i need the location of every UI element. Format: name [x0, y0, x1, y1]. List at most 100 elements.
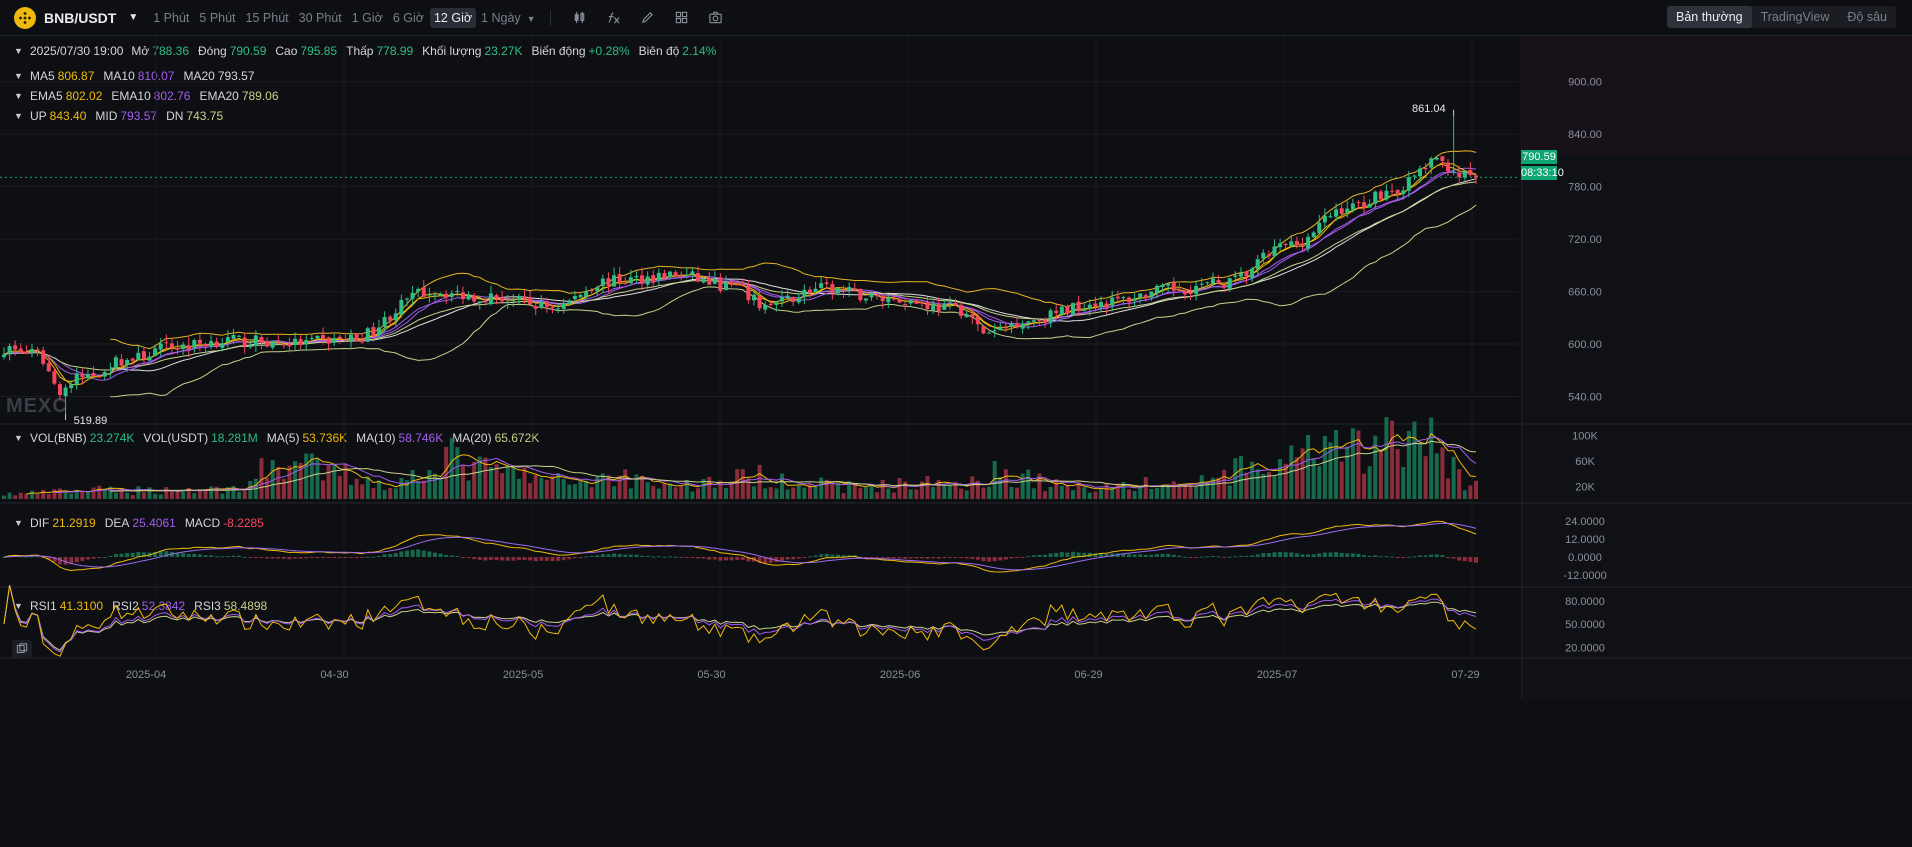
candle-body [354, 333, 359, 341]
chart-view-switch: Bản thường TradingView Độ sâu [1666, 6, 1896, 28]
volume-bar [388, 487, 393, 499]
macd-bar [1065, 552, 1070, 557]
candle-body [813, 288, 818, 292]
low-annotation: 519.89 [74, 415, 108, 427]
macd-bar [1244, 556, 1249, 558]
candle-body [214, 341, 219, 347]
candle-body [1065, 306, 1070, 314]
layout-icon[interactable] [665, 6, 699, 30]
macd-bar [1216, 556, 1221, 558]
view-tab-0[interactable]: Bản thường [1666, 6, 1752, 28]
candle-body [1255, 259, 1260, 270]
volume-bar [1154, 487, 1159, 499]
camera-icon[interactable] [699, 6, 733, 30]
candle-body [449, 293, 454, 297]
macd-bar [1255, 554, 1260, 557]
candle-body [1356, 202, 1361, 204]
timeframe-tab-4[interactable]: 1 Giờ [348, 8, 387, 28]
candle-body [751, 294, 757, 301]
macd-bar [74, 557, 79, 563]
candle-body [108, 369, 113, 371]
candle-style-icon[interactable] [563, 6, 597, 30]
volume-bar [1412, 421, 1417, 499]
volume-bar [1087, 492, 1092, 499]
volume-bar [1468, 485, 1473, 499]
pair-dropdown-icon[interactable]: ▼ [128, 12, 138, 23]
view-tab-1[interactable]: TradingView [1752, 6, 1839, 28]
candle-body [399, 299, 404, 315]
macd-bar [819, 554, 824, 557]
macd-bar [1015, 557, 1020, 558]
macd-bar [1362, 555, 1367, 557]
macd-bar [500, 557, 505, 561]
macd-bar [712, 557, 717, 560]
candle-body [1395, 189, 1400, 195]
volume-bar [1199, 475, 1204, 499]
candle-body [102, 371, 107, 377]
candle-body [18, 348, 23, 354]
candle-body [192, 340, 197, 348]
timeframe-tab-3[interactable]: 30 Phút [295, 8, 346, 28]
macd-bar [281, 557, 286, 559]
candle-body [662, 273, 667, 279]
candle-body [164, 342, 169, 344]
macd-bar [1071, 551, 1076, 557]
pair-name[interactable]: BNB/USDT [44, 10, 116, 26]
macd-bar [1272, 552, 1277, 557]
indicator-icon[interactable] [597, 6, 631, 30]
draw-icon[interactable] [631, 6, 665, 30]
volume-bar [1188, 483, 1193, 499]
timeframe-tab-0[interactable]: 1 Phút [149, 8, 193, 28]
volume-bar [578, 481, 583, 499]
candle-body [1160, 284, 1165, 288]
macd-bar [102, 556, 107, 558]
volume-bar [1093, 491, 1098, 499]
macd-bar [337, 557, 342, 558]
candle-body [556, 308, 561, 310]
candle-body [371, 327, 376, 336]
volume-tick-label: 100K [1572, 430, 1598, 442]
macd-bar [505, 557, 510, 561]
macd-bar [544, 557, 549, 561]
candle-body [365, 328, 370, 342]
volume-bar [69, 493, 74, 499]
candle-body [1233, 275, 1238, 277]
candle-body [248, 345, 253, 348]
volume-bar [175, 491, 180, 499]
timeframe-tab-5[interactable]: 6 Giờ [389, 8, 428, 28]
candle-body [516, 295, 521, 300]
candle-body [640, 275, 645, 284]
volume-bar [248, 480, 253, 499]
timeframe-tab-6[interactable]: 12 Giờ [429, 7, 477, 28]
volume-bar [421, 480, 426, 499]
macd-bar [690, 557, 695, 558]
macd-bar [1468, 557, 1473, 562]
macd-bar [388, 554, 393, 557]
more-timeframe-dropdown[interactable]: 1 Ngày ▼ [477, 8, 540, 28]
candle-body [656, 272, 661, 281]
price-chart[interactable]: 900.00 840.00 780.00 720.00 660.00 600.00 540.… [0, 36, 1912, 847]
volume-bar [668, 483, 673, 499]
candle-body [763, 305, 768, 310]
macd-bar [1154, 554, 1159, 557]
volume-bar [819, 477, 824, 499]
volume-bar [779, 473, 784, 499]
volume-bar [416, 481, 421, 499]
macd-bar [785, 557, 790, 560]
volume-bar [987, 486, 992, 499]
volume-bar [181, 490, 186, 499]
timeframe-tab-2[interactable]: 15 Phút [242, 8, 293, 28]
macd-bar [992, 557, 997, 562]
macd-bar [108, 555, 113, 557]
timeframe-tab-1[interactable]: 5 Phút [195, 8, 239, 28]
volume-bar [897, 477, 902, 499]
candle-body [1043, 319, 1048, 323]
macd-bar [1462, 557, 1467, 562]
macd-bar [561, 557, 566, 561]
view-tab-2[interactable]: Độ sâu [1838, 6, 1896, 28]
macd-bar [97, 557, 102, 559]
screenshot-icon[interactable] [12, 640, 32, 658]
candle-body [416, 288, 421, 292]
macd-bar [740, 557, 745, 560]
volume-bar [52, 489, 57, 499]
